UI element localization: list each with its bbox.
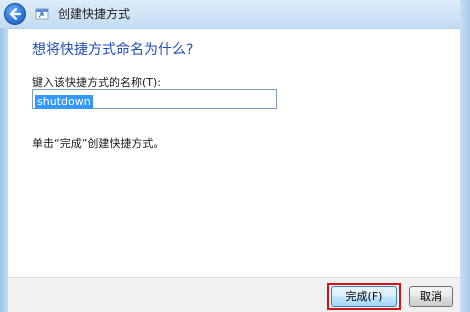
- shortcut-name-value: shutdown: [35, 95, 93, 109]
- finish-hint-text: 单击“完成”创建快捷方式。: [32, 137, 165, 150]
- finish-button[interactable]: 完成(F): [331, 286, 397, 307]
- back-arrow-icon: [9, 7, 22, 21]
- window-frame-left: [0, 28, 8, 312]
- shortcut-name-input[interactable]: shutdown: [32, 89, 277, 109]
- wizard-content: 想将快捷方式命名为什么? 键入该快捷方式的名称(T): shutdown 单击“…: [8, 29, 460, 277]
- title-bar: 创建快捷方式: [0, 0, 470, 29]
- button-bar: 完成(F) 取消: [8, 277, 460, 312]
- create-shortcut-window: 创建快捷方式 想将快捷方式命名为什么? 键入该快捷方式的名称(T): shutd…: [0, 0, 470, 312]
- shortcut-name-label: 键入该快捷方式的名称(T):: [32, 76, 162, 89]
- window-frame-right: [460, 0, 470, 312]
- back-button[interactable]: [4, 3, 26, 25]
- page-heading: 想将快捷方式命名为什么?: [32, 42, 194, 58]
- window-title: 创建快捷方式: [58, 7, 131, 21]
- shortcut-wizard-icon: [35, 8, 49, 20]
- cancel-button[interactable]: 取消: [409, 286, 453, 307]
